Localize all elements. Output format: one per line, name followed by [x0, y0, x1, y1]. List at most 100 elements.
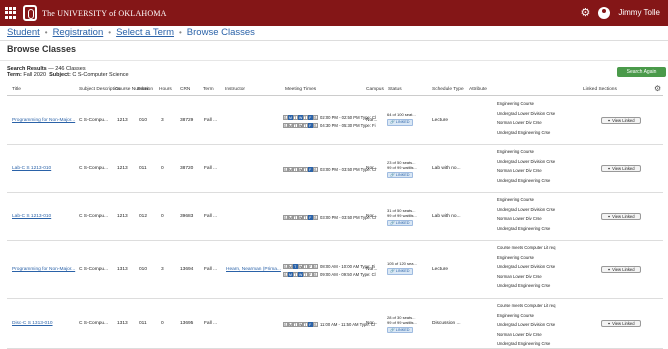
linked-label: LINKED — [395, 220, 410, 225]
instructor-link[interactable]: Hearn, Nearman (Prima... — [226, 267, 281, 272]
view-linked-button[interactable]: ⚭ View Linked — [601, 117, 641, 124]
day-box: M — [288, 123, 293, 128]
col-attribute[interactable]: Attribute — [469, 87, 487, 92]
subject-cell: C S-Compu... — [79, 166, 109, 171]
day-box: F — [308, 215, 313, 220]
link-icon: 🔗 — [390, 172, 395, 177]
term-cell: Fall ... — [204, 321, 218, 326]
col-section[interactable]: Section — [137, 87, 153, 92]
course-number-cell: 1313 — [117, 321, 128, 326]
day-box: M — [288, 322, 293, 327]
day-box: W — [298, 264, 303, 269]
subject-label: Subject: — [49, 72, 71, 78]
breadcrumb-student[interactable]: Student — [7, 27, 40, 38]
gear-icon[interactable]: ⚙ — [580, 6, 590, 19]
col-hours[interactable]: Hours — [159, 87, 172, 92]
column-settings-gear-icon[interactable]: ⚙ — [654, 84, 661, 93]
course-title-link[interactable]: Programming for Non-Major... — [12, 118, 75, 123]
day-box: W — [298, 322, 303, 327]
attribute-list: Course meets Computer Lit req Engineering… — [497, 301, 555, 349]
schedule-type-cell: Lab with no... — [432, 214, 461, 219]
user-name[interactable]: Jimmy Tolle — [618, 8, 660, 17]
day-box: T — [293, 322, 298, 327]
table-row: Programming for Non-Major... C S-Compu...… — [7, 241, 663, 299]
meeting-times: S M T W T F S 11:00 AM - 11:50 AM Type: Cl — [283, 321, 375, 329]
section-cell: 010 — [139, 267, 148, 272]
page-title: Browse Classes — [7, 44, 77, 54]
course-number-cell: 1313 — [117, 267, 128, 272]
schedule-type-cell: Lab with no... — [432, 166, 461, 171]
attribute-item: Engineering Course — [497, 197, 535, 202]
view-linked-button[interactable]: ⚭ View Linked — [601, 213, 641, 220]
col-title[interactable]: Title — [12, 87, 21, 92]
col-linked-sections[interactable]: Linked Sections — [583, 87, 617, 92]
meeting-times: S M T W T F S 08:00 AM - 10:00 AM Type: Fi S M T W T… — [283, 263, 376, 279]
day-box: T — [293, 272, 298, 277]
search-again-button[interactable]: Search Again — [617, 67, 666, 77]
attribute-item: Course meets Computer Lit req — [497, 303, 556, 308]
day-box: W — [298, 215, 303, 220]
course-title-link[interactable]: Programming for Non-Major... — [12, 267, 75, 272]
day-box: M — [288, 115, 293, 120]
link-icon: ⚭ — [607, 321, 611, 326]
meeting-time-text: 11:00 AM - 11:50 AM Type: Cl — [320, 322, 375, 327]
meeting-times: S M T W T F S 03:00 PM - 03:50 PM Type: Cl — [283, 214, 376, 222]
status-cell: 31 of 50 seats... 99 of 99 waitlis... 🔗 LI… — [387, 208, 417, 227]
col-crn[interactable]: CRN — [180, 87, 190, 92]
attribute-item: Undergrad Lower Division Crse — [497, 264, 556, 270]
attribute-item: Norman Lower Div Crse — [497, 273, 542, 279]
university-brand: The UNIVERSITY of OKLAHOMA — [42, 8, 167, 18]
status-cell: 23 of 50 seats... 99 of 99 waitlis... 🔗 LI… — [387, 160, 417, 179]
link-icon: 🔗 — [390, 327, 395, 332]
day-box: M — [288, 264, 293, 269]
attribute-item: Norman Lower Div Crse — [497, 331, 542, 337]
day-box: M — [288, 167, 293, 172]
meeting-time-text: 09:00 AM - 09:50 AM Type: Cl — [320, 272, 376, 277]
term-label: Term: — [7, 72, 22, 78]
col-campus[interactable]: Campus — [366, 87, 384, 92]
breadcrumb-registration[interactable]: Registration — [53, 27, 104, 38]
link-icon: ⚭ — [607, 166, 611, 171]
linked-badge: 🔗 LINKED — [387, 118, 413, 126]
meeting-line: S M T W T F S 02:00 PM - 02:50 PM Type: Cl — [283, 114, 376, 121]
course-title-link[interactable]: Disc-C S 1313-010 — [12, 321, 53, 326]
col-instructor[interactable]: Instructor — [225, 87, 245, 92]
status-cell: 105 of 120 sea... 🔗 LINKED — [387, 261, 417, 275]
waitlist-status: 99 of 99 waitlis... — [387, 319, 417, 325]
col-meeting-times[interactable]: Meeting Times — [285, 87, 316, 92]
view-linked-button[interactable]: ⚭ View Linked — [601, 320, 641, 327]
avatar[interactable] — [598, 6, 611, 19]
term-value: Fall 2020 — [23, 72, 47, 78]
course-title-link[interactable]: Lab-C S 1213-010 — [12, 214, 51, 219]
attribute-list: Course meets Computer Lit req Engineering… — [497, 243, 555, 291]
course-title-link[interactable]: Lab-C S 1213-010 — [12, 166, 51, 171]
attribute-item: Undergrad Lower Division Crse — [497, 110, 556, 116]
crn-cell: 13694 — [180, 267, 194, 272]
crn-cell: 13695 — [180, 321, 194, 326]
attribute-item: Engineering Course — [497, 149, 535, 154]
day-box: T — [293, 123, 298, 128]
hours-cell: 0 — [161, 321, 164, 326]
col-status[interactable]: Status — [388, 87, 402, 92]
day-box: M — [288, 215, 293, 220]
view-linked-button[interactable]: ⚭ View Linked — [601, 165, 641, 172]
schedule-type-cell: Discussion ... — [432, 321, 461, 326]
day-box: T — [293, 167, 298, 172]
link-icon: 🔗 — [390, 220, 395, 225]
link-icon: ⚭ — [607, 267, 611, 272]
table-row: Programming for Non-Major... C S-Compu...… — [7, 97, 663, 145]
apps-grid-icon[interactable] — [5, 7, 17, 19]
link-icon: ⚭ — [607, 118, 611, 123]
col-term[interactable]: Term — [203, 87, 214, 92]
linked-label: LINKED — [395, 327, 410, 332]
col-schedule-type[interactable]: Schedule Type — [432, 87, 464, 92]
meeting-line: S M T W T F S 11:00 AM - 11:50 AM Type: Cl — [283, 321, 375, 328]
view-linked-button[interactable]: ⚭ View Linked — [601, 266, 641, 273]
day-box: S — [283, 123, 288, 128]
section-cell: 011 — [139, 321, 147, 326]
meeting-times: S M T W T F S 02:00 PM - 02:50 PM Type: Cl S M T W T… — [283, 114, 376, 130]
divider — [0, 40, 668, 41]
day-box: T — [293, 115, 298, 120]
subject-cell: C S-Compu... — [79, 118, 109, 123]
breadcrumb-select-term[interactable]: Select a Term — [116, 27, 174, 38]
